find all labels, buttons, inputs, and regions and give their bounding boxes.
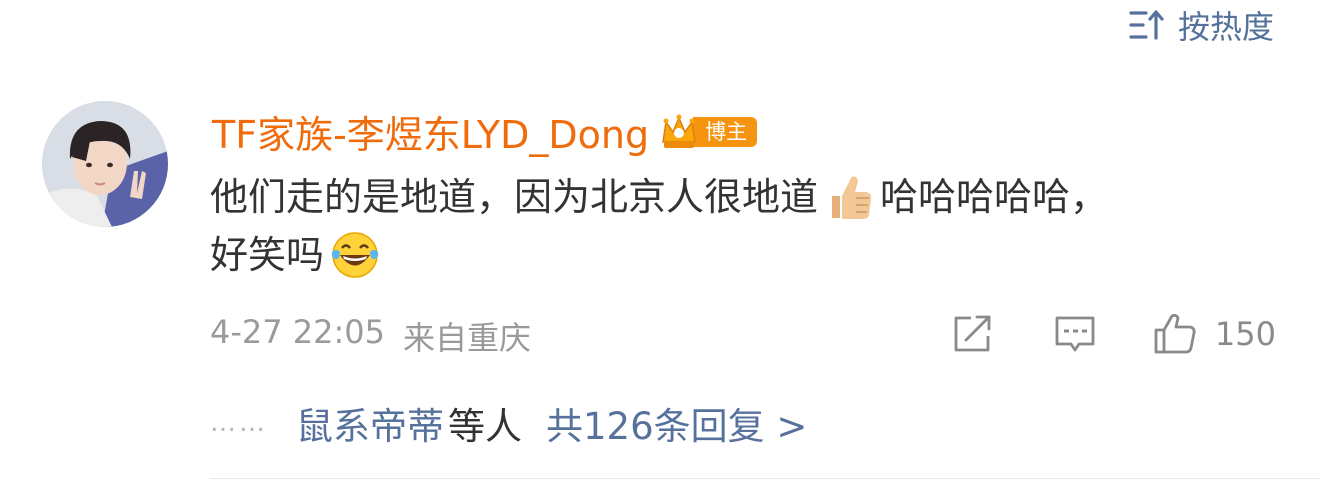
view-all-replies-link[interactable]: 共126条回复 >: [546, 396, 807, 450]
divider: [210, 478, 1320, 479]
sort-by-heat-button[interactable]: 按热度: [1128, 2, 1274, 48]
badge-label: 博主: [693, 116, 758, 147]
blogger-badge: 博主: [659, 114, 758, 150]
replies-dots: ……: [210, 408, 268, 438]
comment-actions: 150: [951, 312, 1276, 356]
comment-text-part2: 哈哈哈哈哈，: [880, 175, 1109, 219]
comment-button[interactable]: [1053, 312, 1097, 356]
comment-icon: [1055, 316, 1095, 352]
share-button[interactable]: [951, 312, 995, 356]
comment-header: TF家族-李煜东LYD_Dong 博主: [212, 104, 758, 159]
comment-text: 他们走的是地道，因为北京人很地道 哈哈哈哈哈， 好笑吗: [210, 168, 1260, 284]
replies-row: …… 鼠系帝蒂 等人 共126条回复 >: [210, 396, 807, 450]
comment-location: 来自重庆: [403, 319, 532, 357]
comment-meta: 4-27 22:05 来自重庆: [210, 313, 531, 359]
comment-date: 4-27 22:05: [210, 313, 386, 351]
thumbs-up-emoji-icon: [832, 176, 872, 219]
reply-suffix: 等人: [448, 405, 522, 448]
username-link[interactable]: TF家族-李煜东LYD_Dong: [212, 104, 649, 159]
reply-user-link[interactable]: 鼠系帝蒂: [296, 396, 444, 450]
comment-text-part1: 他们走的是地道，因为北京人很地道: [210, 175, 819, 219]
tears-of-joy-emoji-icon: [331, 232, 379, 278]
like-button[interactable]: 150: [1153, 312, 1276, 356]
avatar[interactable]: [42, 101, 168, 227]
crown-icon: [662, 114, 696, 148]
avatar-image: [42, 101, 168, 227]
comment-text-line2: 好笑吗: [210, 233, 325, 277]
thumbs-up-icon: [1154, 313, 1196, 354]
share-icon: [954, 315, 991, 352]
sort-icon: [1129, 10, 1164, 40]
like-count: 150: [1214, 315, 1276, 353]
sort-label: 按热度: [1177, 8, 1274, 46]
